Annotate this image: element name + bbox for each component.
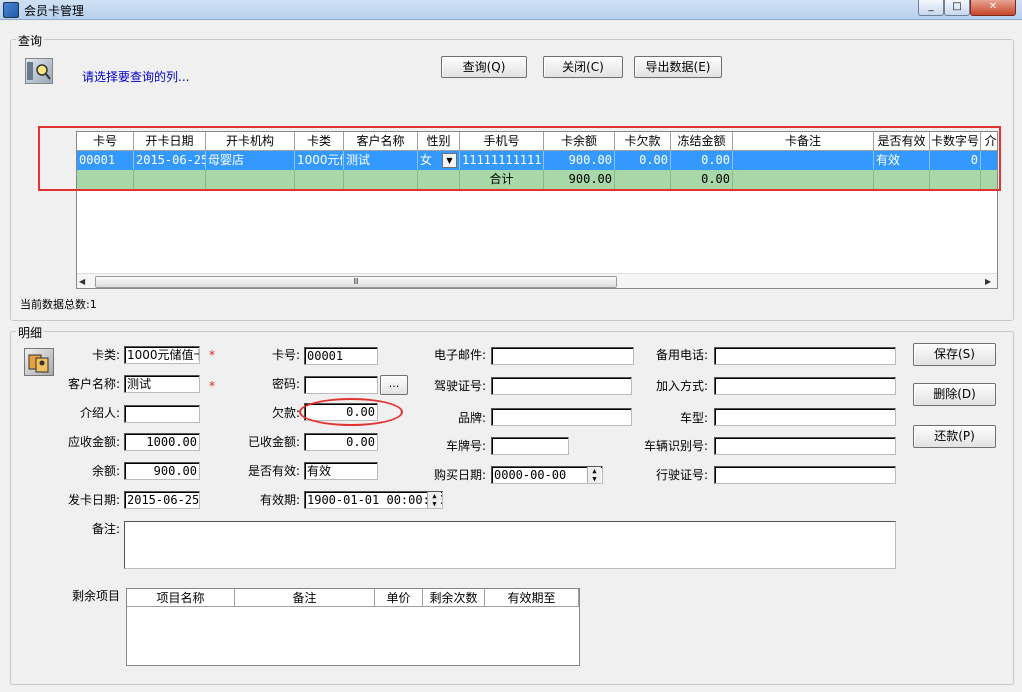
app-icon bbox=[3, 2, 19, 18]
scroll-left-arrow-icon[interactable]: ◀ bbox=[79, 277, 85, 286]
card-no-field[interactable]: 00001 bbox=[304, 347, 378, 365]
backup-phone-field[interactable] bbox=[714, 347, 896, 365]
sub-col-header-remark[interactable]: 备注 bbox=[235, 589, 375, 607]
scroll-right-arrow-icon[interactable]: ▶ bbox=[985, 277, 991, 286]
scroll-thumb[interactable]: Ⅲ bbox=[95, 276, 617, 288]
close-window-button[interactable]: ✕ bbox=[970, 0, 1016, 16]
purchase-date-value: 0000-00-00 bbox=[494, 468, 567, 482]
model-label: 车型: bbox=[679, 411, 708, 425]
registration-label: 行驶证号: bbox=[655, 468, 708, 482]
vin-label: 车辆识别号: bbox=[643, 439, 708, 453]
card-type-field[interactable]: 1000元储值卡 bbox=[124, 346, 200, 364]
query-legend: 查询 bbox=[16, 32, 45, 49]
required-mark: * bbox=[209, 379, 215, 393]
query-column-prompt[interactable]: 请选择要查询的列... bbox=[82, 68, 189, 85]
remark-textarea[interactable] bbox=[124, 521, 896, 569]
title-bar: 会员卡管理 _ □ ✕ bbox=[0, 0, 1022, 20]
join-method-label: 加入方式: bbox=[655, 379, 708, 393]
sub-col-header-expiry[interactable]: 有效期至 bbox=[485, 589, 579, 607]
referrer-label: 介绍人: bbox=[79, 406, 120, 420]
vin-field[interactable] bbox=[714, 437, 896, 455]
remaining-items-grid[interactable]: 项目名称 备注 单价 剩余次数 有效期至 bbox=[126, 588, 580, 666]
valid-until-field[interactable]: 1900-01-01 00:00:00 ▲ ▼ bbox=[304, 491, 443, 509]
delete-button[interactable]: 删除(D) bbox=[913, 383, 996, 406]
purchase-date-label: 购买日期: bbox=[433, 468, 486, 482]
license-label: 驾驶证号: bbox=[433, 379, 486, 393]
password-label: 密码: bbox=[271, 377, 300, 391]
maximize-button[interactable]: □ bbox=[944, 0, 970, 16]
sub-col-header-item[interactable]: 项目名称 bbox=[127, 589, 235, 607]
valid-until-label: 有效期: bbox=[259, 493, 300, 507]
save-button[interactable]: 保存(S) bbox=[913, 343, 996, 366]
annotation-rectangle bbox=[38, 126, 1001, 191]
remaining-items-label: 剩余项目 bbox=[71, 589, 120, 603]
license-field[interactable] bbox=[491, 377, 632, 395]
valid-until-value: 1900-01-01 00:00:00 bbox=[307, 493, 443, 507]
repay-button[interactable]: 还款(P) bbox=[913, 425, 996, 448]
detail-legend: 明细 bbox=[16, 324, 45, 341]
issue-date-label: 发卡日期: bbox=[67, 493, 120, 507]
join-method-field[interactable] bbox=[714, 377, 896, 395]
received-label: 已收金额: bbox=[247, 435, 300, 449]
card-type-label: 卡类: bbox=[91, 348, 120, 362]
browse-button[interactable]: ... bbox=[380, 375, 408, 395]
model-field[interactable] bbox=[714, 408, 896, 426]
debt-label: 欠款: bbox=[271, 406, 300, 420]
purchase-date-field[interactable]: 0000-00-00 ▲ ▼ bbox=[491, 466, 603, 484]
export-data-button[interactable]: 导出数据(E) bbox=[634, 56, 722, 78]
sub-col-header-price[interactable]: 单价 bbox=[375, 589, 423, 607]
window-title: 会员卡管理 bbox=[24, 4, 85, 18]
minimize-button[interactable]: _ bbox=[918, 0, 944, 16]
email-field[interactable] bbox=[491, 347, 634, 365]
customer-name-label: 客户名称: bbox=[67, 377, 120, 391]
required-mark: * bbox=[209, 348, 215, 362]
receivable-label: 应收金额: bbox=[67, 435, 120, 449]
registration-field[interactable] bbox=[714, 466, 896, 484]
balance-label: 余额: bbox=[91, 464, 120, 478]
spinner-icon[interactable]: ▲ ▼ bbox=[427, 492, 441, 508]
find-icon bbox=[25, 58, 53, 84]
backup-phone-label: 备用电话: bbox=[655, 348, 708, 362]
annotation-oval bbox=[299, 398, 403, 426]
sub-col-header-remaining[interactable]: 剩余次数 bbox=[423, 589, 485, 607]
email-label: 电子邮件: bbox=[433, 348, 486, 362]
receivable-field[interactable]: 1000.00 bbox=[124, 433, 200, 451]
card-no-label: 卡号: bbox=[271, 348, 300, 362]
plate-field[interactable] bbox=[491, 437, 569, 455]
brand-label: 品牌: bbox=[457, 411, 486, 425]
query-button[interactable]: 查询(Q) bbox=[441, 56, 527, 78]
received-field[interactable]: 0.00 bbox=[304, 433, 378, 451]
is-valid-field[interactable]: 有效 bbox=[304, 462, 378, 480]
customer-name-field[interactable]: 测试 bbox=[124, 375, 200, 393]
horizontal-scrollbar[interactable]: ◀ Ⅲ ▶ bbox=[77, 273, 997, 288]
issue-date-field[interactable]: 2015-06-25 bbox=[124, 491, 200, 509]
remark-label: 备注: bbox=[91, 522, 120, 536]
plate-label: 车牌号: bbox=[445, 439, 486, 453]
brand-field[interactable] bbox=[491, 408, 632, 426]
spinner-icon[interactable]: ▲ ▼ bbox=[587, 467, 601, 483]
balance-field[interactable]: 900.00 bbox=[124, 462, 200, 480]
close-button[interactable]: 关闭(C) bbox=[543, 56, 623, 78]
referrer-field[interactable] bbox=[124, 405, 200, 423]
password-field[interactable] bbox=[304, 376, 378, 394]
record-count: 当前数据总数:1 bbox=[20, 298, 97, 311]
is-valid-label: 是否有效: bbox=[247, 464, 300, 478]
